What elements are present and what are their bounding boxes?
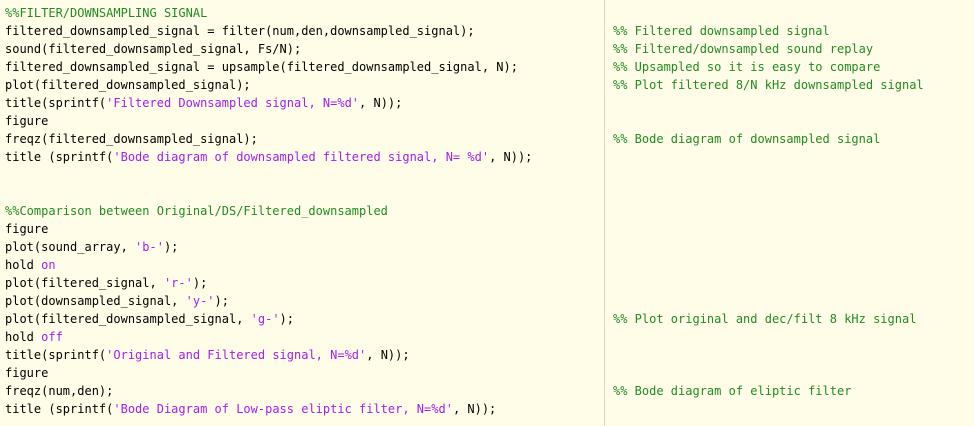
- code-text: hold off: [5, 328, 63, 346]
- code-token-comment: %%FILTER/DOWNSAMPLING SIGNAL: [5, 6, 208, 20]
- code-token-string: 'Original and Filtered signal, N=%d': [106, 348, 367, 362]
- code-text: title(sprintf('Filtered Downsampled sign…: [5, 94, 402, 112]
- code-token-plain: figure: [5, 114, 49, 128]
- code-token-plain: , N));: [366, 348, 410, 362]
- code-text: freqz(filtered_downsampled_signal);: [5, 130, 258, 148]
- inline-comment: %% Upsampled so it is easy to compare: [613, 60, 881, 74]
- code-line[interactable]: [0, 166, 974, 184]
- code-token-plain: freqz(num,den);: [5, 384, 114, 398]
- code-token-plain: title(sprintf(: [5, 348, 107, 362]
- code-token-string: 'g-': [250, 312, 280, 326]
- code-text: filtered_downsampled_signal = upsample(f…: [5, 58, 518, 76]
- code-line[interactable]: filtered_downsampled_signal = filter(num…: [0, 22, 974, 40]
- inline-comment: %% Filtered downsampled signal: [613, 24, 830, 38]
- code-line[interactable]: title (sprintf('Bode Diagram of Low-pass…: [0, 400, 974, 418]
- inline-comment: %% Filtered/downsampled sound replay: [613, 42, 874, 56]
- code-token-plain: title (sprintf(: [5, 402, 114, 416]
- code-text: freqz(num,den);: [5, 382, 113, 400]
- inline-comment: %% Bode diagram of downsampled signal: [613, 132, 881, 146]
- code-text: %%FILTER/DOWNSAMPLING SIGNAL: [5, 4, 207, 22]
- inline-comment: %% Plot original and dec/filt 8 kHz sign…: [613, 312, 917, 326]
- code-token-keyword: on: [41, 258, 56, 272]
- code-text: %%Comparison between Original/DS/Filtere…: [5, 202, 388, 220]
- code-token-plain: );: [192, 276, 208, 290]
- code-token-plain: plot(filtered_signal,: [5, 276, 164, 290]
- code-token-string: 'Filtered Downsampled signal, N=%d': [106, 96, 360, 110]
- code-text: title (sprintf('Bode diagram of downsamp…: [5, 148, 532, 166]
- code-token-string: 'b-': [135, 240, 164, 254]
- code-line[interactable]: plot(filtered_signal, 'r-');: [0, 274, 974, 292]
- code-line[interactable]: plot(downsampled_signal, 'y-');: [0, 292, 974, 310]
- code-text: plot(sound_array, 'b-');: [5, 238, 178, 256]
- code-token-plain: figure: [5, 366, 49, 380]
- code-token-keyword: off: [41, 330, 63, 344]
- code-line[interactable]: freqz(filtered_downsampled_signal); %% Bo…: [0, 130, 974, 148]
- code-token-plain: , N));: [359, 96, 403, 110]
- code-text: sound(filtered_downsampled_signal, Fs/N)…: [5, 40, 301, 58]
- code-line[interactable]: %%FILTER/DOWNSAMPLING SIGNAL: [0, 4, 974, 22]
- code-line[interactable]: title(sprintf('Original and Filtered sig…: [0, 346, 974, 364]
- code-editor[interactable]: %%FILTER/DOWNSAMPLING SIGNAL filtered_dow…: [0, 0, 974, 426]
- code-line[interactable]: [0, 184, 974, 202]
- code-text: plot(downsampled_signal, 'y-');: [5, 292, 229, 310]
- code-line[interactable]: figure: [0, 220, 974, 238]
- code-text: title(sprintf('Original and Filtered sig…: [5, 346, 410, 364]
- code-token-string: 'Bode Diagram of Low-pass eliptic filter…: [113, 402, 453, 416]
- code-token-plain: , N));: [452, 402, 497, 416]
- code-token-string: 'y-': [185, 294, 215, 308]
- code-token-plain: title(sprintf(: [5, 96, 107, 110]
- code-token-plain: freqz(filtered_downsampled_signal);: [5, 132, 258, 146]
- code-text: plot(filtered_downsampled_signal, 'g-');: [5, 310, 294, 328]
- code-line[interactable]: title(sprintf('Filtered Downsampled sign…: [0, 94, 974, 112]
- code-line[interactable]: plot(filtered_downsampled_signal, 'g-');…: [0, 310, 974, 328]
- code-token-string: 'r-': [163, 276, 193, 290]
- code-line[interactable]: plot(filtered_downsampled_signal); %% Plo…: [0, 76, 974, 94]
- inline-comment: %% Plot filtered 8/N kHz downsampled sig…: [613, 78, 924, 92]
- code-line[interactable]: sound(filtered_downsampled_signal, Fs/N)…: [0, 40, 974, 58]
- inline-comment: %% Bode diagram of eliptic filter: [613, 384, 852, 398]
- code-token-plain: plot(sound_array,: [5, 240, 136, 254]
- code-line[interactable]: figure: [0, 112, 974, 130]
- code-line[interactable]: figure: [0, 364, 974, 382]
- code-line[interactable]: hold on: [0, 256, 974, 274]
- code-text: filtered_downsampled_signal = filter(num…: [5, 22, 475, 40]
- code-token-string: 'Bode diagram of downsampled filtered si…: [113, 150, 490, 164]
- code-text: plot(filtered_signal, 'r-');: [5, 274, 207, 292]
- code-token-plain: );: [279, 312, 294, 326]
- code-text: hold on: [5, 256, 56, 274]
- code-token-plain: figure: [5, 222, 49, 236]
- code-text: title (sprintf('Bode Diagram of Low-pass…: [5, 400, 496, 418]
- code-line[interactable]: hold off: [0, 328, 974, 346]
- code-token-plain: plot(downsampled_signal,: [5, 294, 186, 308]
- code-token-plain: hold: [5, 258, 42, 272]
- code-token-comment: %%Comparison between Original/DS/Filtere…: [5, 204, 388, 218]
- code-token-plain: hold: [5, 330, 42, 344]
- code-line[interactable]: filtered_downsampled_signal = upsample(f…: [0, 58, 974, 76]
- code-token-plain: plot(filtered_downsampled_signal);: [5, 78, 251, 92]
- code-line[interactable]: %%Comparison between Original/DS/Filtere…: [0, 202, 974, 220]
- code-text: plot(filtered_downsampled_signal);: [5, 76, 251, 94]
- code-text: figure: [5, 220, 48, 238]
- code-text: figure: [5, 112, 48, 130]
- code-token-plain: , N));: [489, 150, 533, 164]
- code-token-plain: );: [214, 294, 229, 308]
- code-token-plain: filtered_downsampled_signal = upsample(f…: [5, 60, 518, 74]
- code-token-plain: title (sprintf(: [5, 150, 114, 164]
- code-line[interactable]: freqz(num,den); %% Bode diagram of elipti…: [0, 382, 974, 400]
- code-line[interactable]: plot(sound_array, 'b-');: [0, 238, 974, 256]
- code-text: figure: [5, 364, 48, 382]
- code-token-plain: );: [163, 240, 179, 254]
- code-token-plain: filtered_downsampled_signal = filter(num…: [5, 24, 475, 38]
- code-token-plain: plot(filtered_downsampled_signal,: [5, 312, 251, 326]
- code-line[interactable]: title (sprintf('Bode diagram of downsamp…: [0, 148, 974, 166]
- code-token-plain: sound(filtered_downsampled_signal, Fs/N)…: [5, 42, 302, 56]
